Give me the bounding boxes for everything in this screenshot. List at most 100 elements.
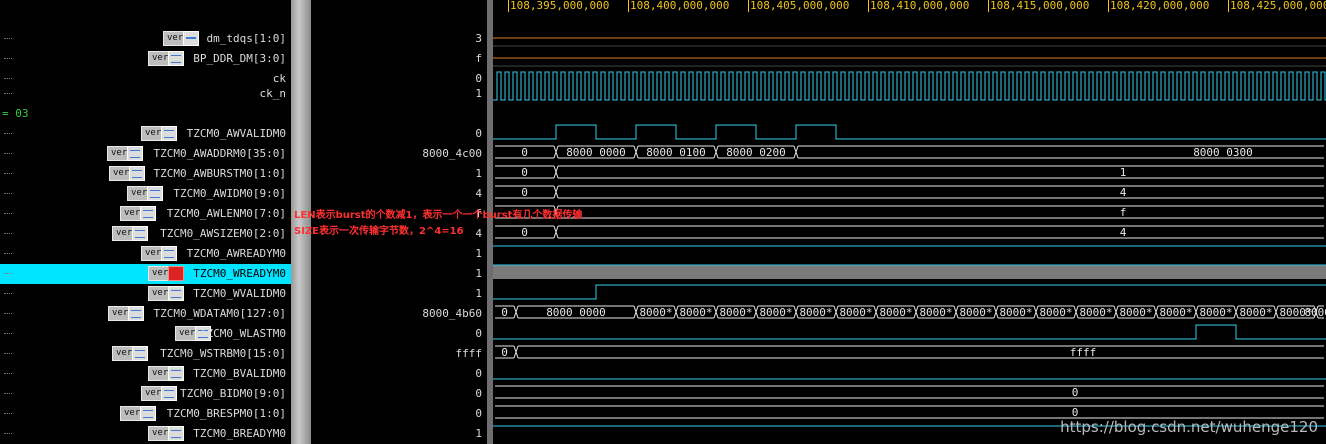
signal-row[interactable]: ver TZCM0_WDATAM0[127:0] — [0, 304, 291, 324]
wlast-wave — [493, 324, 1326, 340]
wdata-bus-label: 8000* — [759, 306, 792, 319]
signal-row[interactable]: ver TZCM0_AWSIZEM0[2:0] — [0, 224, 291, 244]
signal-row[interactable]: ver TZCM0_AWLENM0[7:0] — [0, 204, 291, 224]
signal-name: TZCM0_WSTRBM0[15:0] — [160, 347, 286, 360]
tree-connector — [4, 93, 12, 94]
signal-row[interactable]: ver TZCM0_WLASTM0 — [0, 324, 291, 344]
signal-value: 0 — [475, 72, 482, 85]
wdata-bus-label: 8000* — [1239, 306, 1272, 319]
signal-name: TZCM0_WLASTM0 — [199, 327, 286, 340]
signal-name: TZCM0_WREADYM0 — [193, 267, 286, 280]
wdata-bus-label: 8000* — [839, 306, 872, 319]
signal-value: 4 — [475, 227, 482, 240]
signal-value: 1 — [475, 267, 482, 280]
bus-icon — [132, 346, 148, 361]
signal-row[interactable]: ver TZCM0_AWBURSTM0[1:0] — [0, 164, 291, 184]
tree-connector — [4, 133, 12, 134]
tree-connector — [4, 193, 12, 194]
signal-value: ffff — [455, 347, 483, 360]
wdata-bus-label: 8000_0000 — [546, 306, 606, 319]
tree-connector — [4, 253, 12, 254]
tree-connector — [4, 233, 12, 234]
wdata-bus-label: 8000* — [879, 306, 912, 319]
signal-row[interactable]: ver TZCM0_AWVALIDM0 — [0, 124, 291, 144]
signal-row[interactable]: ver TZCM0_WSTRBM0[15:0] — [0, 344, 291, 364]
tree-connector — [4, 38, 12, 39]
bus-icon — [147, 186, 163, 201]
awburst-bus-label: 1 — [1120, 166, 1127, 179]
signal-name: BP_DDR_DM[3:0] — [193, 52, 286, 65]
signal-row[interactable]: ck_n — [0, 84, 291, 104]
wstrb-bus-label: 0 — [501, 346, 508, 359]
signal-value: 1 — [475, 427, 482, 440]
signal-value: 8000_4c00 — [422, 147, 482, 160]
signal-name: TZCM0_BRESPM0[1:0] — [166, 407, 286, 420]
signal-name: TZCM0_WVALIDM0 — [193, 287, 286, 300]
awaddr-bus-label: 0 — [521, 146, 528, 159]
signal-value: 1 — [475, 167, 482, 180]
wdata-bus-label: 0 — [501, 306, 508, 319]
signal-row[interactable]: ver TZCM0_BREADYM0 — [0, 424, 291, 444]
awsize-bus-label: 0 — [521, 226, 528, 239]
signal-name: TZCM0_BREADYM0 — [193, 427, 286, 440]
bus-icon — [161, 386, 177, 401]
signal-row[interactable]: ver BP_DDR_DM[3:0] — [0, 49, 291, 69]
awvalid-wave — [493, 124, 1326, 140]
wvalid-wave — [493, 284, 1326, 300]
group-header[interactable]: = 03 — [0, 104, 291, 124]
signal-name: TZCM0_AWIDM0[9:0] — [173, 187, 286, 200]
signal-name: TZCM0_AWBURSTM0[1:0] — [153, 167, 286, 180]
bus-icon — [161, 126, 177, 141]
bus-icon — [132, 226, 148, 241]
tree-connector — [4, 78, 12, 79]
tree-connector — [4, 313, 12, 314]
tree-connector — [4, 293, 12, 294]
awburst-bus-label: 0 — [521, 166, 528, 179]
signal-name: TZCM0_AWLENM0[7:0] — [166, 207, 286, 220]
wready-band — [493, 265, 1326, 279]
signal-name: TZCM0_WDATAM0[127:0] — [153, 307, 286, 320]
tree-connector — [4, 373, 12, 374]
bus-icon — [140, 406, 156, 421]
tree-connector — [4, 333, 12, 334]
signal-name: TZCM0_AWVALIDM0 — [186, 127, 286, 140]
signal-value: 1 — [475, 87, 482, 100]
awsize-bus-label: 4 — [1120, 226, 1127, 239]
signal-row[interactable]: ver TZCM0_AWADDRM0[35:0] — [0, 144, 291, 164]
wdata-bus-label: 8000* — [1039, 306, 1072, 319]
waveform-panel[interactable]: 108,395,000,000 108,400,000,000 108,405,00… — [493, 0, 1326, 444]
bus-icon — [128, 306, 144, 321]
signal-name: TZCM0_AWREADYM0 — [186, 247, 286, 260]
signal-name: ck_n — [259, 87, 287, 100]
wdata-bus-label: 8000* — [1304, 306, 1326, 319]
bus-icon — [168, 286, 184, 301]
signal-row[interactable]: ver TZCM0_BRESPM0[1:0] — [0, 404, 291, 424]
signal-row[interactable]: ver TZCM0_AWIDM0[9:0] — [0, 184, 291, 204]
wdata-bus-label: 8000* — [1119, 306, 1152, 319]
wdata-bus-label: 8000* — [1159, 306, 1192, 319]
signal-value: 0 — [475, 387, 482, 400]
wdata-bus-label: 8000* — [679, 306, 712, 319]
signal-value: 0 — [475, 367, 482, 380]
signal-row[interactable]: ver TZCM0_AWREADYM0 — [0, 244, 291, 264]
tree-connector — [4, 153, 12, 154]
red-icon — [168, 266, 184, 281]
tree-connector — [4, 393, 12, 394]
signal-value: 1 — [475, 287, 482, 300]
signal-name: TZCM0_BIDM0[9:0] — [180, 387, 286, 400]
bus-icon — [168, 366, 184, 381]
bus-icon — [129, 166, 145, 181]
signal-name: dm_tdqs[1:0] — [206, 32, 286, 45]
bus-icon — [127, 146, 143, 161]
signal-row[interactable]: ver TZCM0_BIDM0[9:0] — [0, 384, 291, 404]
signal-row[interactable]: ver TZCM0_WVALIDM0 — [0, 284, 291, 304]
awlen-bus-label: f — [1120, 206, 1127, 219]
signal-row[interactable]: ver dm_tdqs[1:0] — [0, 29, 291, 49]
signal-row[interactable]: ver TZCM0_BVALIDM0 — [0, 364, 291, 384]
signal-value: f — [475, 52, 482, 65]
signal-value: 0 — [475, 127, 482, 140]
waveform-canvas[interactable]: 0 8000_0000 8000_0100 8000_0200 8000_03000 10… — [493, 0, 1326, 444]
bus-icon — [161, 246, 177, 261]
annotation-len: LEN表示burst的个数减1，表示一个一个burst有几个数据传输 — [294, 210, 583, 221]
signal-row[interactable]: ver TZCM0_WREADYM0 — [0, 264, 291, 284]
